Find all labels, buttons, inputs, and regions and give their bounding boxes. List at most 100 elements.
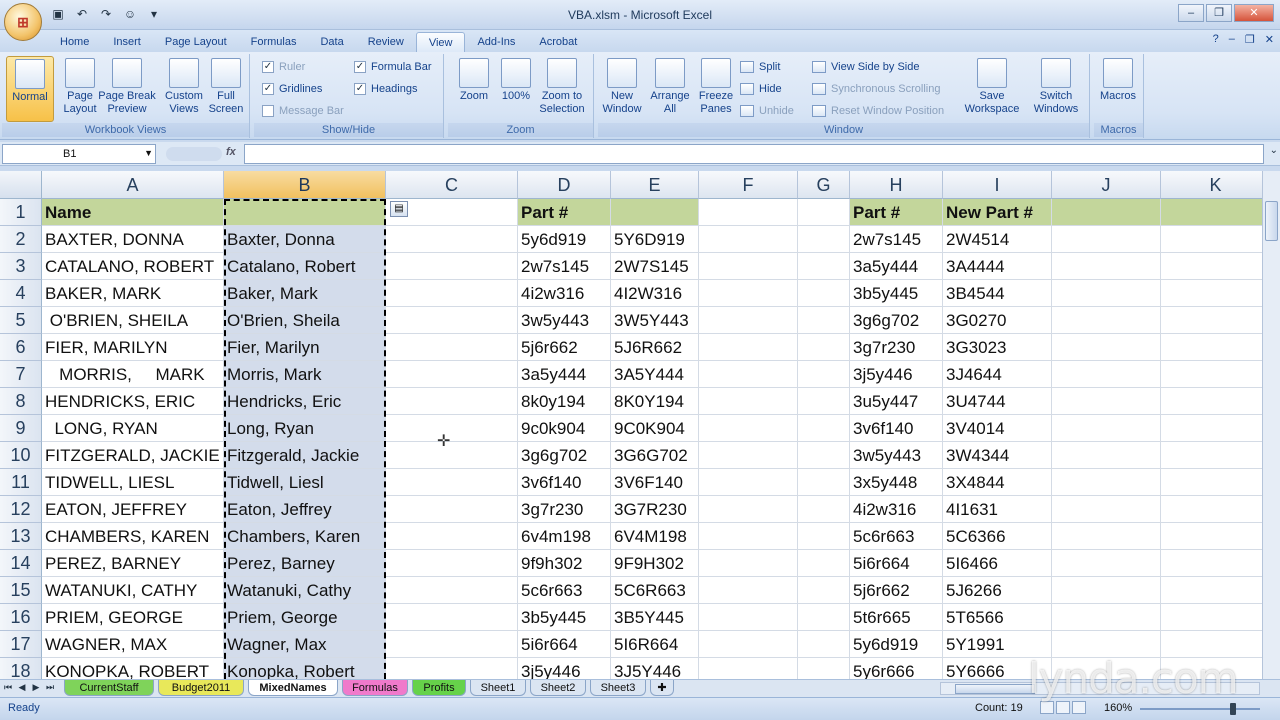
vertical-scroll-thumb[interactable] — [1265, 201, 1278, 241]
cell-g15[interactable] — [798, 577, 850, 604]
cell-i12[interactable]: 4I1631 — [943, 496, 1052, 523]
cell-h17[interactable]: 5y6d919 — [850, 631, 943, 658]
cell-h1[interactable]: Part # — [850, 199, 943, 226]
row-header[interactable]: 13 — [0, 523, 42, 550]
cell-c5[interactable] — [386, 307, 518, 334]
cell-a14[interactable]: PEREZ, BARNEY — [42, 550, 224, 577]
row-header[interactable]: 3 — [0, 253, 42, 280]
sheet-tab-formulas[interactable]: Formulas — [342, 680, 408, 696]
cell-k1[interactable] — [1161, 199, 1262, 226]
page-layout-view-button[interactable]: Page Layout — [56, 56, 104, 122]
cell-h7[interactable]: 3j5y446 — [850, 361, 943, 388]
column-header-i[interactable]: I — [943, 171, 1052, 199]
cell-k16[interactable] — [1161, 604, 1262, 631]
cell-a13[interactable]: CHAMBERS, KAREN — [42, 523, 224, 550]
insert-function-button[interactable]: fx — [226, 146, 236, 158]
cell-f14[interactable] — [699, 550, 798, 577]
cell-c11[interactable] — [386, 469, 518, 496]
tab-page-layout[interactable]: Page Layout — [153, 32, 239, 52]
column-header-k[interactable]: K — [1161, 171, 1262, 199]
cell-j16[interactable] — [1052, 604, 1161, 631]
cell-i5[interactable]: 3G0270 — [943, 307, 1052, 334]
paste-options-icon[interactable]: ▤ — [390, 201, 408, 217]
cell-c2[interactable] — [386, 226, 518, 253]
cell-e11[interactable]: 3V6F140 — [611, 469, 699, 496]
cell-j13[interactable] — [1052, 523, 1161, 550]
cell-j6[interactable] — [1052, 334, 1161, 361]
cell-b12[interactable]: Eaton, Jeffrey — [224, 496, 386, 523]
cell-h14[interactable]: 5i6r664 — [850, 550, 943, 577]
cell-i14[interactable]: 5I6466 — [943, 550, 1052, 577]
cell-d4[interactable]: 4i2w316 — [518, 280, 611, 307]
cell-b14[interactable]: Perez, Barney — [224, 550, 386, 577]
chevron-down-icon[interactable]: ▼ — [144, 148, 153, 158]
restore-button[interactable]: ❐ — [1206, 4, 1232, 22]
cell-d13[interactable]: 6v4m198 — [518, 523, 611, 550]
row-header[interactable]: 15 — [0, 577, 42, 604]
cell-e18[interactable]: 3J5Y446 — [611, 658, 699, 679]
cell-g4[interactable] — [798, 280, 850, 307]
cell-c17[interactable] — [386, 631, 518, 658]
cell-h8[interactable]: 3u5y447 — [850, 388, 943, 415]
cell-e5[interactable]: 3W5Y443 — [611, 307, 699, 334]
cell-b3[interactable]: Catalano, Robert — [224, 253, 386, 280]
macros-button[interactable]: Macros — [1094, 56, 1142, 122]
column-header-j[interactable]: J — [1052, 171, 1161, 199]
cell-c15[interactable] — [386, 577, 518, 604]
cell-i6[interactable]: 3G3023 — [943, 334, 1052, 361]
freeze-panes-button[interactable]: Freeze Panes — [692, 56, 740, 122]
sheet-tab-mixednames[interactable]: MixedNames — [248, 680, 338, 696]
cell-j5[interactable] — [1052, 307, 1161, 334]
cell-k13[interactable] — [1161, 523, 1262, 550]
cell-a15[interactable]: WATANUKI, CATHY — [42, 577, 224, 604]
cell-g13[interactable] — [798, 523, 850, 550]
headings-option[interactable]: ✓ Headings — [354, 80, 417, 98]
cell-d8[interactable]: 8k0y194 — [518, 388, 611, 415]
close-button[interactable]: ✕ — [1234, 4, 1274, 22]
cell-k5[interactable] — [1161, 307, 1262, 334]
column-header-c[interactable]: C — [386, 171, 518, 199]
cell-a6[interactable]: FIER, MARILYN — [42, 334, 224, 361]
cell-g3[interactable] — [798, 253, 850, 280]
cell-g9[interactable] — [798, 415, 850, 442]
minimize-button[interactable]: – — [1178, 4, 1204, 22]
cell-b17[interactable]: Wagner, Max — [224, 631, 386, 658]
cell-a3[interactable]: CATALANO, ROBERT — [42, 253, 224, 280]
cell-i1[interactable]: New Part # — [943, 199, 1052, 226]
cell-c14[interactable] — [386, 550, 518, 577]
sheet-tab-budget2011[interactable]: Budget2011 — [158, 680, 244, 696]
worksheet-grid[interactable]: A B C D E F G H I J K 1 Name Part # Part # New Part #2 B… — [0, 171, 1262, 679]
cell-e8[interactable]: 8K0Y194 — [611, 388, 699, 415]
reset-window-position-button[interactable]: Reset Window Position — [812, 102, 944, 120]
cell-j4[interactable] — [1052, 280, 1161, 307]
cell-h16[interactable]: 5t6r665 — [850, 604, 943, 631]
cell-f3[interactable] — [699, 253, 798, 280]
tab-view[interactable]: View — [415, 32, 466, 52]
cell-f6[interactable] — [699, 334, 798, 361]
cell-k15[interactable] — [1161, 577, 1262, 604]
tab-insert[interactable]: Insert — [101, 32, 153, 52]
row-header[interactable]: 10 — [0, 442, 42, 469]
cell-e12[interactable]: 3G7R230 — [611, 496, 699, 523]
zoom-slider-knob[interactable] — [1230, 703, 1236, 715]
hide-button[interactable]: Hide — [740, 80, 782, 98]
cell-b9[interactable]: Long, Ryan — [224, 415, 386, 442]
cell-c3[interactable] — [386, 253, 518, 280]
cell-d3[interactable]: 2w7s145 — [518, 253, 611, 280]
tab-review[interactable]: Review — [356, 32, 416, 52]
cell-j3[interactable] — [1052, 253, 1161, 280]
cell-c16[interactable] — [386, 604, 518, 631]
cell-d5[interactable]: 3w5y443 — [518, 307, 611, 334]
cell-j12[interactable] — [1052, 496, 1161, 523]
headings-checkbox[interactable]: ✓ — [354, 83, 366, 95]
cell-i2[interactable]: 2W4514 — [943, 226, 1052, 253]
cell-j11[interactable] — [1052, 469, 1161, 496]
cell-c8[interactable] — [386, 388, 518, 415]
cell-f17[interactable] — [699, 631, 798, 658]
ruler-checkbox[interactable]: ✓ — [262, 61, 274, 73]
row-header[interactable]: 4 — [0, 280, 42, 307]
new-window-button[interactable]: New Window — [598, 56, 646, 122]
cell-e16[interactable]: 3B5Y445 — [611, 604, 699, 631]
column-header-e[interactable]: E — [611, 171, 699, 199]
cell-f12[interactable] — [699, 496, 798, 523]
